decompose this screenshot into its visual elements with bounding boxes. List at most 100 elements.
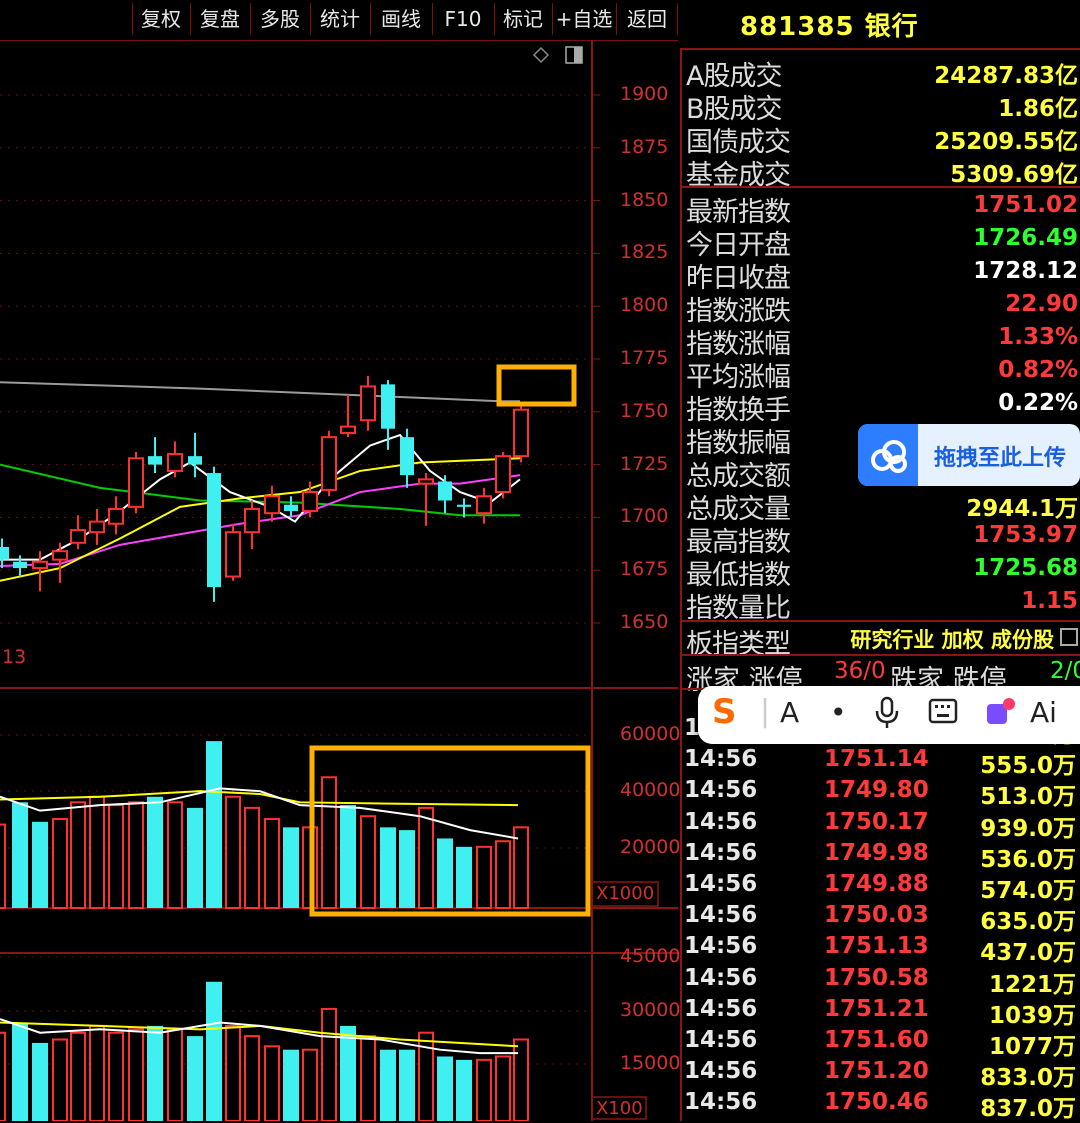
- tick-volume: 939.0万: [980, 815, 1076, 842]
- index-title-text: 881385 银行: [740, 12, 919, 42]
- price-tick-label: 1775: [620, 347, 669, 369]
- panel-separator: [682, 186, 1080, 188]
- index-stat-row-value: 0.22%: [998, 390, 1078, 416]
- tick-volume: 574.0万: [980, 878, 1076, 904]
- volume-bar-down: [206, 741, 222, 908]
- volume-bar-down: [12, 802, 28, 908]
- tick-time: 14:56: [684, 808, 758, 835]
- amount-bar-up: [225, 1024, 241, 1121]
- volume-bar-up: [495, 840, 511, 909]
- upload-text: 拖拽至此上传: [934, 446, 1067, 471]
- amount-bar-down: [12, 1022, 28, 1121]
- microphone-icon[interactable]: [874, 696, 900, 737]
- amount-bar-up: [70, 1031, 86, 1121]
- tick-time: 14:56: [684, 964, 758, 991]
- tick-price: 1751.14: [824, 746, 929, 773]
- punctuation-icon[interactable]: •: [830, 696, 847, 729]
- add-watchlist-button[interactable]: +自选: [552, 3, 615, 35]
- window-toggle-icon-fill: [574, 47, 582, 63]
- index-type-row: 板指类型 研究行业 加权 成份股: [684, 622, 1080, 660]
- amount-bar-down: [283, 1049, 299, 1121]
- tick-volume: 536.0万: [980, 846, 1076, 873]
- candle-body-down: [207, 473, 221, 588]
- statistics-button[interactable]: 统计: [310, 3, 369, 35]
- market-stat-row-value: 25209.55亿: [934, 129, 1078, 155]
- volume-bar-up: [167, 801, 183, 909]
- index-stat-row: 总成交量 2944.1万: [684, 487, 1080, 525]
- volume-bar-down: [283, 827, 299, 908]
- tick-row: 14:56 1751.21 1039万: [684, 995, 1080, 1029]
- volume-bar-down: [437, 838, 453, 908]
- fuquan-button[interactable]: 复权: [132, 3, 189, 35]
- tick-price: 1749.88: [824, 871, 929, 897]
- tick-row: 14:56 1751.13 437.0万: [684, 933, 1080, 967]
- price-tick-label: 1650: [620, 611, 669, 633]
- sogou-logo-icon[interactable]: S: [712, 692, 737, 732]
- back-button[interactable]: 返回: [616, 3, 678, 35]
- kline-chart[interactable]: [0, 40, 678, 1121]
- amount-bar-up: [0, 1031, 6, 1121]
- tick-price: 1751.13: [824, 933, 929, 960]
- amount-bar-down: [206, 981, 222, 1121]
- candle-body-up: [108, 507, 124, 525]
- font-icon[interactable]: A: [780, 696, 799, 729]
- tick-row: 14:56 1750.58 1221万: [684, 964, 1080, 998]
- amount-bar-up: [513, 1038, 529, 1121]
- tick-volume: 1039万: [988, 1002, 1076, 1029]
- amount-bar-up: [264, 1045, 280, 1121]
- multi-stock-button[interactable]: 多股: [250, 3, 309, 35]
- f10-button[interactable]: F10: [432, 3, 493, 35]
- tick-row: 14:56 1750.17 939.0万: [684, 808, 1080, 842]
- price-tick-label: 1875: [620, 135, 669, 158]
- tick-time: 14:56: [684, 839, 758, 866]
- volume-tick-label: 60000: [620, 723, 681, 745]
- list-icon[interactable]: [1060, 628, 1078, 646]
- upload-drop-overlay[interactable]: 拖拽至此上传: [858, 424, 1080, 486]
- index-stat-row: 指数换手 0.22%: [684, 388, 1080, 426]
- price-tick-label: 1700: [620, 505, 669, 528]
- market-stat-row: A股成交 24287.83亿: [684, 54, 1080, 92]
- price-tick-label: 1800: [620, 294, 669, 317]
- index-stat-row: 指数涨幅 1.33%: [684, 322, 1080, 360]
- market-stat-row-value: 24287.83亿: [934, 63, 1078, 89]
- volume-bars: [0, 741, 529, 909]
- candle-body-up: [264, 495, 280, 515]
- market-stat-row: B股成交 1.86亿: [684, 87, 1080, 125]
- draw-line-button[interactable]: 画线: [370, 3, 431, 35]
- tick-row: 14:56 1750.03 635.0万: [684, 902, 1080, 935]
- tick-volume: 837.0万: [980, 1096, 1076, 1123]
- amount-bar-up: [52, 1038, 68, 1121]
- ai-icon[interactable]: Ai: [1030, 696, 1057, 729]
- tick-price: 1751.21: [824, 995, 929, 1022]
- amount-bar-down: [437, 1056, 453, 1121]
- candle-body-up: [495, 455, 511, 494]
- volume-bar-down: [147, 796, 163, 908]
- index-stat-row-value: 1.15: [1021, 588, 1078, 614]
- index-stat-row-value: 2944.1万: [966, 496, 1078, 522]
- candle-body-down: [438, 481, 452, 501]
- candle-body-down: [13, 561, 27, 569]
- volume-bar-up: [0, 823, 6, 909]
- fupan-button[interactable]: 复盘: [190, 3, 249, 35]
- volume-bar-up: [360, 815, 376, 909]
- amount-bar-down: [187, 1036, 203, 1121]
- candle-body-up: [321, 436, 337, 491]
- market-stat-row: 基金成交 5309.69亿: [684, 153, 1080, 191]
- candlesticks: [0, 375, 529, 602]
- volume-tick-label: 40000: [620, 779, 681, 801]
- tick-row: 14:56 1751.14 555.0万: [684, 746, 1080, 779]
- skin-icon[interactable]: [984, 696, 1016, 735]
- volume-bar-up: [418, 806, 434, 909]
- mark-button[interactable]: 标记: [494, 3, 551, 35]
- amount-bars: [0, 981, 529, 1121]
- tick-volume: 437.0万: [980, 940, 1076, 967]
- volume-bar-up: [108, 804, 124, 909]
- amount-bar-down: [456, 1059, 472, 1121]
- amount-bar-up: [108, 1031, 124, 1121]
- keyboard-icon[interactable]: [928, 696, 958, 733]
- tick-price: 1749.98: [824, 839, 929, 866]
- volume-bar-up: [244, 806, 260, 909]
- tick-price: 1751.20: [824, 1058, 929, 1085]
- candle-body-down: [457, 504, 471, 507]
- index-stat-row: 昨日收盘 1728.12: [684, 256, 1080, 294]
